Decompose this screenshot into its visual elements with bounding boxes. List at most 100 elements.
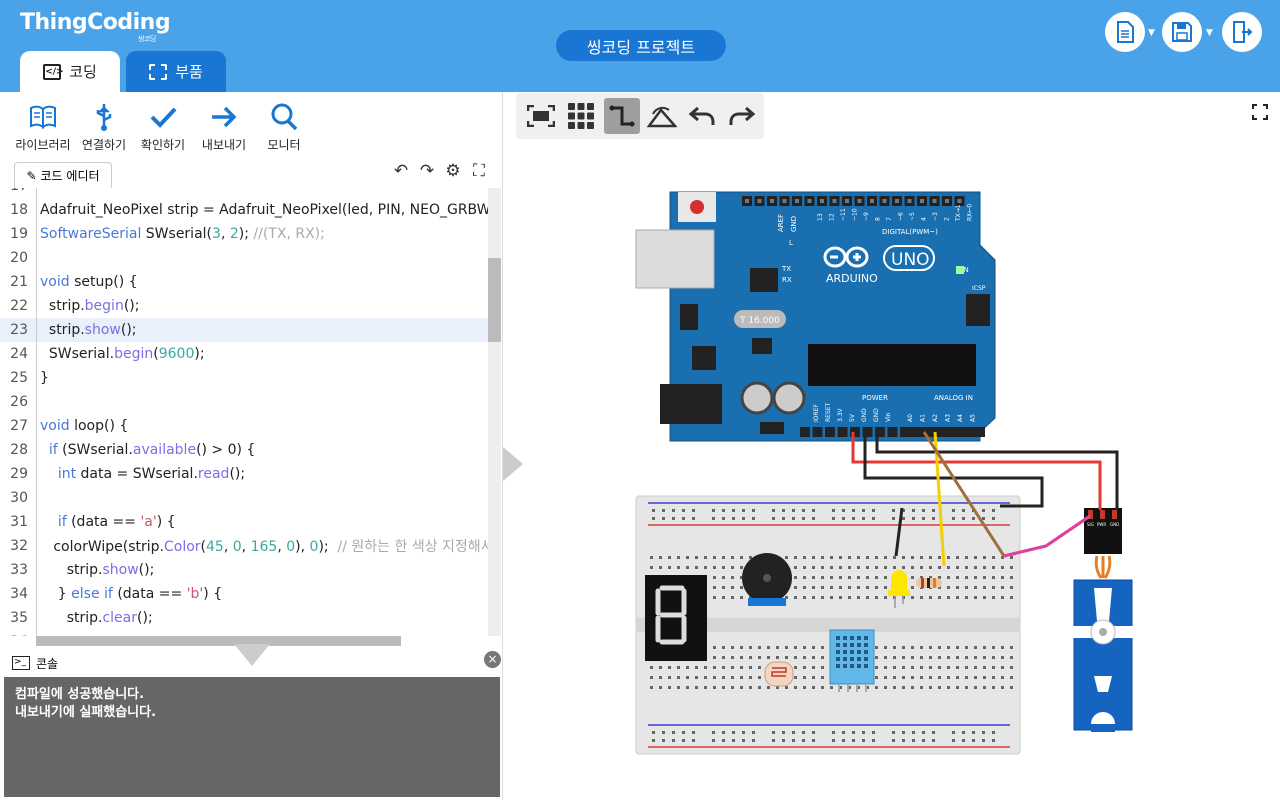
breadboard-hole[interactable] [712,739,715,742]
breadboard-hole[interactable] [962,517,965,520]
breadboard-hole[interactable] [772,509,775,512]
breadboard-hole[interactable] [929,666,932,669]
breadboard-hole[interactable] [792,509,795,512]
breadboard-hole[interactable] [686,556,689,559]
breadboard-hole[interactable] [947,566,950,569]
breadboard-hole[interactable] [938,646,941,649]
breadboard-hole[interactable] [922,731,925,734]
breadboard-hole[interactable] [974,656,977,659]
breadboard-hole[interactable] [992,739,995,742]
breadboard-hole[interactable] [893,566,896,569]
breadboard-hole[interactable] [974,556,977,559]
breadboard-hole[interactable] [722,646,725,649]
breadboard-hole[interactable] [893,686,896,689]
breadboard-hole[interactable] [731,566,734,569]
breadboard-hole[interactable] [758,656,761,659]
breadboard-hole[interactable] [732,517,735,520]
breadboard-hole[interactable] [965,586,968,589]
breadboard-hole[interactable] [722,676,725,679]
breadboard-hole[interactable] [992,509,995,512]
breadboard-hole[interactable] [821,676,824,679]
breadboard-hole[interactable] [982,731,985,734]
breadboard-hole[interactable] [722,566,725,569]
breadboard-hole[interactable] [932,731,935,734]
breadboard-hole[interactable] [722,576,725,579]
breadboard-hole[interactable] [812,586,815,589]
breadboard-hole[interactable] [1001,566,1004,569]
header-pin[interactable] [800,427,810,437]
breadboard-hole[interactable] [1010,676,1013,679]
breadboard-hole[interactable] [929,566,932,569]
code-line[interactable]: 17 [0,188,488,198]
breadboard-hole[interactable] [802,731,805,734]
breadboard-hole[interactable] [839,596,842,599]
breadboard-hole[interactable] [652,509,655,512]
breadboard-hole[interactable] [749,676,752,679]
breadboard-hole[interactable] [952,517,955,520]
breadboard-hole[interactable] [965,686,968,689]
breadboard-hole[interactable] [983,586,986,589]
breadboard-hole[interactable] [839,576,842,579]
breadboard-hole[interactable] [974,576,977,579]
breadboard-hole[interactable] [752,509,755,512]
breadboard-hole[interactable] [884,566,887,569]
breadboard-hole[interactable] [821,646,824,649]
breadboard-hole[interactable] [812,666,815,669]
breadboard-hole[interactable] [992,676,995,679]
breadboard-hole[interactable] [962,739,965,742]
undo-icon[interactable]: ↶ [392,161,410,181]
breadboard-hole[interactable] [862,739,865,742]
breadboard-hole[interactable] [965,556,968,559]
breadboard-hole[interactable] [812,556,815,559]
breadboard-hole[interactable] [947,576,950,579]
breadboard-hole[interactable] [704,686,707,689]
close-icon[interactable]: × [484,651,501,668]
breadboard-hole[interactable] [893,646,896,649]
breadboard-hole[interactable] [1010,596,1013,599]
breadboard-hole[interactable] [872,739,875,742]
breadboard-hole[interactable] [662,731,665,734]
breadboard-hole[interactable] [839,556,842,559]
breadboard-hole[interactable] [912,509,915,512]
breadboard-hole[interactable] [875,586,878,589]
seven-segment-display[interactable] [645,575,707,661]
breadboard-hole[interactable] [893,666,896,669]
breadboard-hole[interactable] [911,586,914,589]
breadboard-hole[interactable] [740,676,743,679]
breadboard-hole[interactable] [862,517,865,520]
breadboard-hole[interactable] [803,556,806,559]
breadboard-hole[interactable] [992,586,995,589]
breadboard-hole[interactable] [983,676,986,679]
breadboard-hole[interactable] [912,731,915,734]
breadboard-hole[interactable] [731,646,734,649]
breadboard-hole[interactable] [682,509,685,512]
breadboard-hole[interactable] [872,509,875,512]
breadboard-hole[interactable] [965,666,968,669]
breadboard-hole[interactable] [947,686,950,689]
breadboard-hole[interactable] [857,556,860,559]
breadboard-hole[interactable] [713,596,716,599]
dht-sensor[interactable] [829,629,875,692]
breadboard-hole[interactable] [938,656,941,659]
breadboard-hole[interactable] [962,731,965,734]
breadboard-hole[interactable] [992,566,995,569]
breadboard-hole[interactable] [872,517,875,520]
breadboard-hole[interactable] [821,666,824,669]
breadboard-hole[interactable] [932,517,935,520]
breadboard-hole[interactable] [929,646,932,649]
breadboard-hole[interactable] [672,739,675,742]
breadboard-hole[interactable] [875,686,878,689]
header-pin[interactable] [825,427,835,437]
breadboard-hole[interactable] [686,566,689,569]
breadboard-hole[interactable] [692,739,695,742]
breadboard-hole[interactable] [802,509,805,512]
breadboard-hole[interactable] [956,586,959,589]
breadboard-hole[interactable] [848,586,851,589]
breadboard-hole[interactable] [956,566,959,569]
breadboard-hole[interactable] [947,646,950,649]
breadboard-hole[interactable] [974,586,977,589]
breadboard-hole[interactable] [857,596,860,599]
breadboard-hole[interactable] [842,739,845,742]
breadboard-hole[interactable] [947,586,950,589]
code-line[interactable]: 24 SWserial.begin(9600); [0,342,488,366]
